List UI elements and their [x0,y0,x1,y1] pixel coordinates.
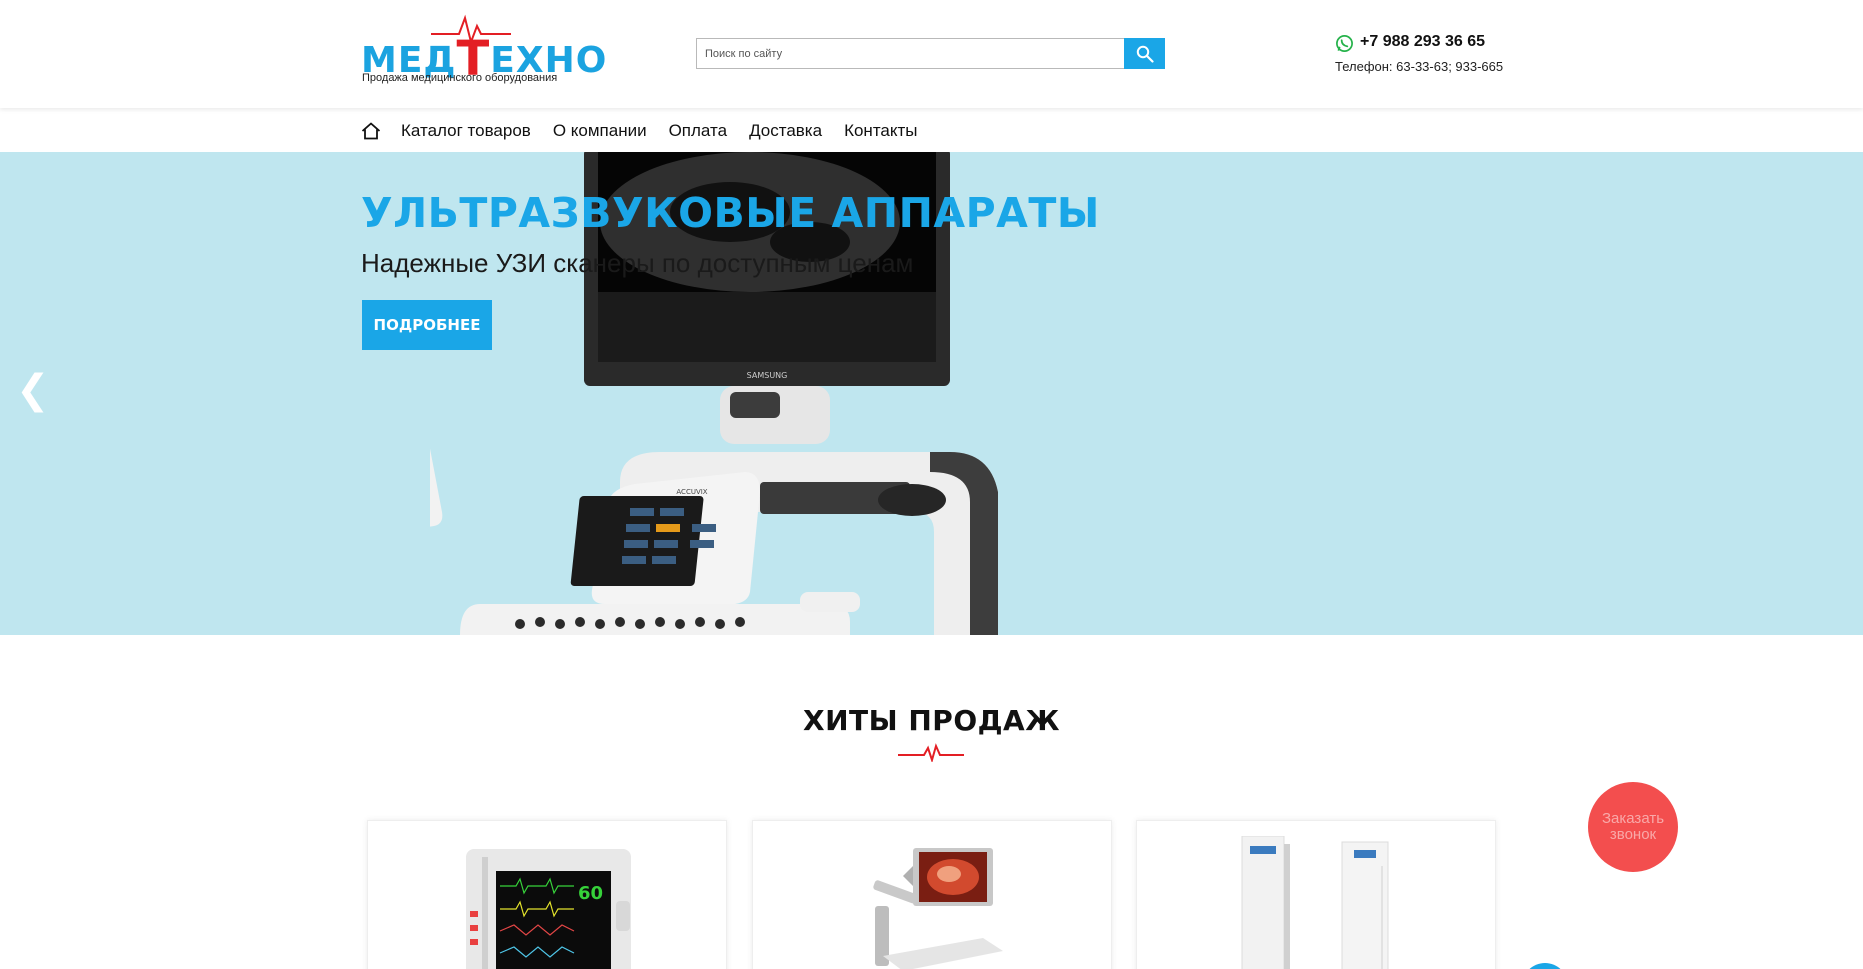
bestsellers-heading: ХИТЫ ПРОДАЖ [802,704,1061,737]
search-icon [1136,45,1154,63]
panel-brand-label: ACCUVIX [676,488,707,496]
site-header: МЕДТЕХНО Продажа медицинского оборудован… [0,0,1863,108]
phone-link[interactable]: +7 988 293 36 65 [1360,33,1485,51]
callback-label: Заказать звонок [1601,810,1665,843]
irradiator-image [1241,836,1389,969]
surgical-display-image [873,848,1003,969]
product-card[interactable] [752,820,1112,969]
hero-subtitle: Надежные УЗИ сканеры по доступным ценам [361,248,914,278]
whatsapp-icon[interactable] [1335,34,1354,53]
logo-tagline: Продажа медицинского оборудования [362,72,558,84]
product-card[interactable] [1136,820,1496,969]
heading-pulse-icon [898,743,964,762]
monitor-reading: 60 [578,883,603,904]
callback-button[interactable]: Заказать звонок [1588,782,1678,872]
nav-item-delivery[interactable]: Доставка [749,121,822,141]
phones-line: Телефон: 63-33-63; 933-665 [1335,59,1504,74]
scroll-top-button[interactable] [1522,963,1568,969]
nav-item-about[interactable]: О компании [553,121,647,141]
search-form [696,38,1165,69]
hero-details-button[interactable]: ПОДРОБНЕЕ [362,300,492,350]
nav-item-payment[interactable]: Оплата [669,121,727,141]
hero-title: УЛЬТРАЗВУКОВЫЕ АППАРАТЫ [361,189,1100,237]
nav-item-contacts[interactable]: Контакты [844,121,917,141]
main-nav: Каталог товаров О компании Оплата Достав… [361,108,940,153]
search-input[interactable] [696,38,1125,69]
logo[interactable]: МЕДТЕХНО Продажа медицинского оборудован… [361,10,606,90]
home-icon[interactable] [361,120,383,142]
nav-item-catalog[interactable]: Каталог товаров [401,121,531,141]
monitor-brand-label: SAMSUNG [747,371,788,380]
search-button[interactable] [1124,38,1165,69]
slider-prev-arrow-icon[interactable]: ❮ [16,370,50,410]
hero-slider: SAMSUNG ACCUVIX УЛЬТРАЗВУКОВЫЕ АППАРАТЫ … [0,152,1863,635]
product-card[interactable]: 60 [367,820,727,969]
patient-monitor-image: 60 [466,849,631,969]
